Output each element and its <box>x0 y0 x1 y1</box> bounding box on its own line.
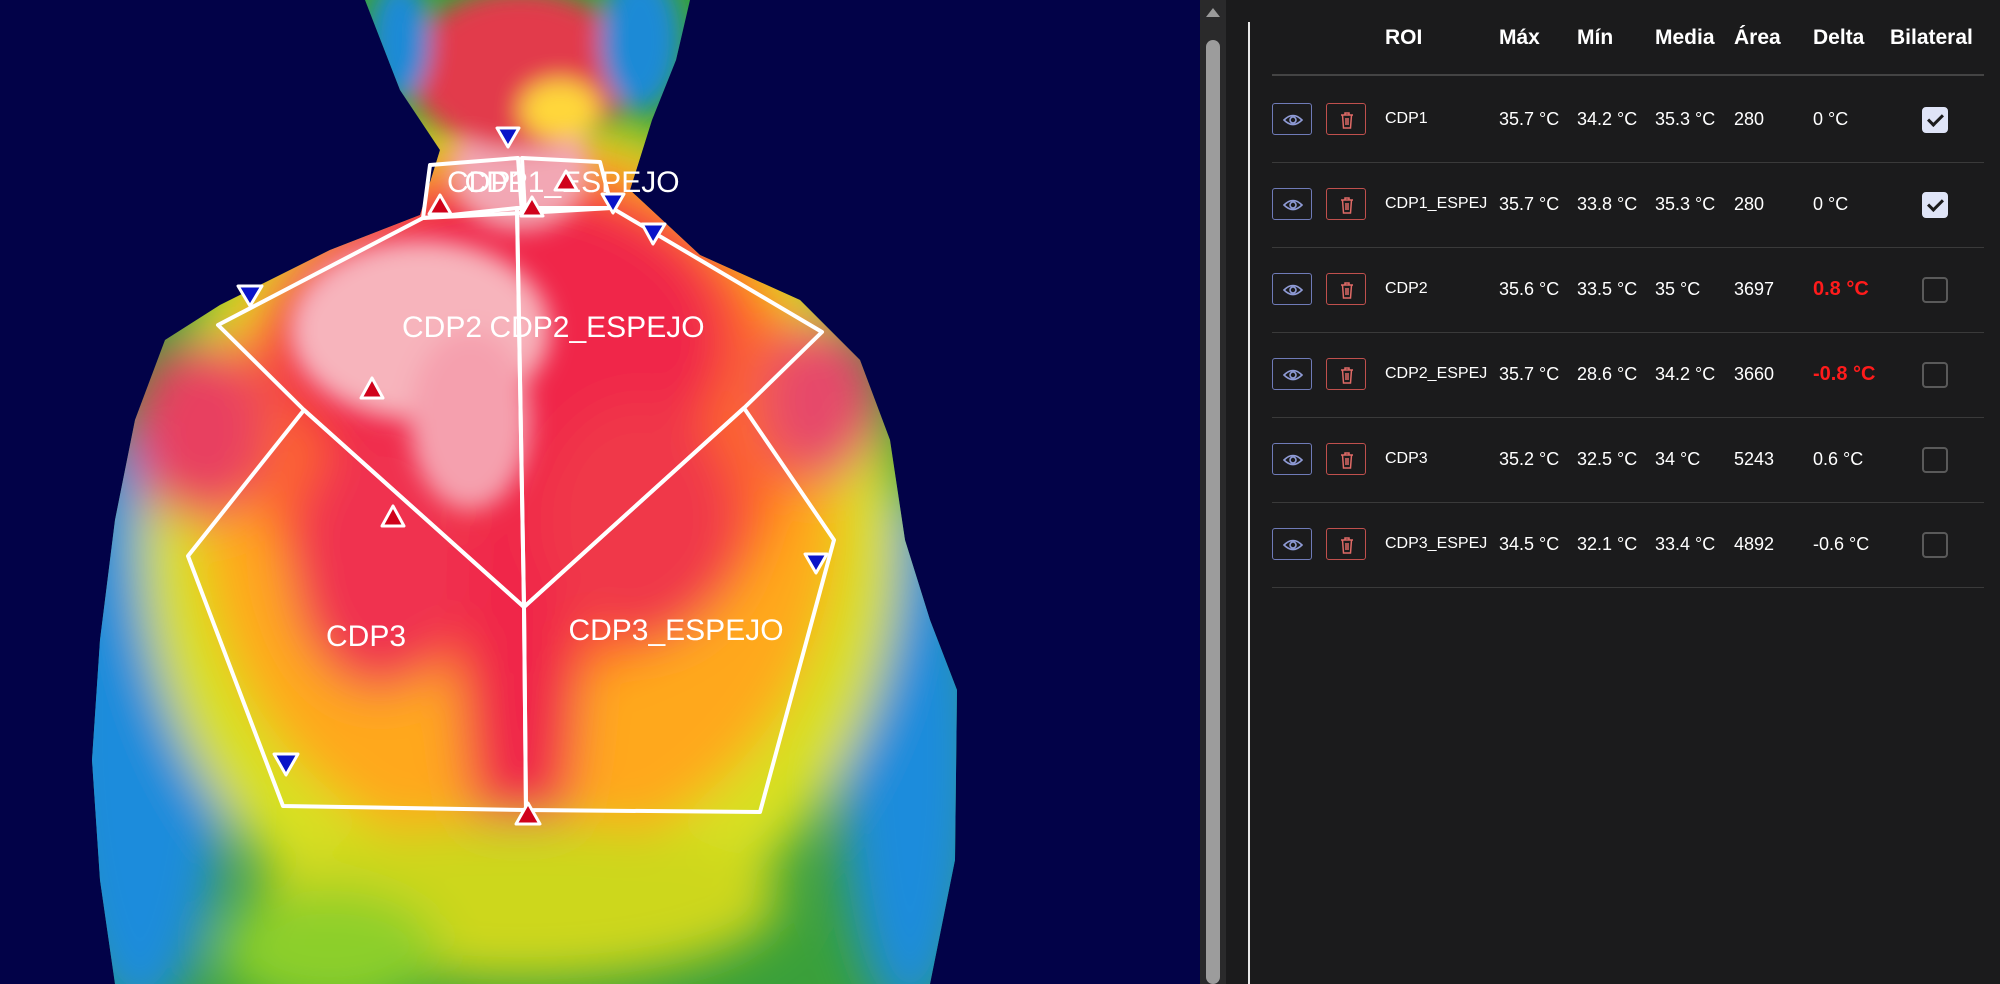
delete-roi-button[interactable] <box>1326 443 1366 475</box>
delta-value: 0.6 °C <box>1813 449 1864 469</box>
roi-name: CDP3 <box>1385 450 1428 467</box>
area-value: 280 <box>1734 109 1765 129</box>
max-value: 35.2 °C <box>1499 449 1560 469</box>
delete-roi-button[interactable] <box>1326 273 1366 305</box>
roi-table-panel: ROI Máx Mín Media Área Delta Bilateral C… <box>1250 0 2000 984</box>
mean-value: 34.2 °C <box>1655 364 1716 384</box>
min-value: 32.1 °C <box>1577 534 1638 554</box>
max-value: 35.7 °C <box>1499 364 1560 384</box>
roi-name: CDP2_ESPEJ <box>1385 365 1488 382</box>
delta-value: 0 °C <box>1813 109 1849 129</box>
header-min: Mín <box>1577 26 1614 49</box>
trash-icon <box>1341 452 1353 469</box>
min-value: 33.5 °C <box>1577 279 1638 299</box>
table-row: CDP2 35.6 °C 33.5 °C 35 °C 3697 0.8 °C <box>1272 247 1984 333</box>
header-mean: Media <box>1655 26 1715 49</box>
roi-label-cdp2-espejo: CDP2_ESPEJO <box>489 311 704 344</box>
delta-value: 0.8 °C <box>1813 278 1869 300</box>
min-value: 34.2 °C <box>1577 109 1638 129</box>
panel-gap <box>1226 0 1250 984</box>
area-value: 5243 <box>1734 449 1775 469</box>
header-area: Área <box>1734 26 1781 49</box>
trash-icon <box>1341 367 1353 384</box>
eye-icon <box>1283 539 1303 551</box>
roi-label-cdp3-espejo: CDP3_ESPEJO <box>568 614 783 647</box>
delete-roi-button[interactable] <box>1326 358 1366 390</box>
view-roi-button[interactable] <box>1272 528 1312 560</box>
max-value: 34.5 °C <box>1499 534 1560 554</box>
header-max: Máx <box>1499 26 1540 49</box>
eye-icon <box>1283 114 1303 126</box>
eye-icon <box>1283 454 1303 466</box>
min-value: 28.6 °C <box>1577 364 1638 384</box>
view-roi-button[interactable] <box>1272 188 1312 220</box>
delete-roi-button[interactable] <box>1326 528 1366 560</box>
trash-icon <box>1341 537 1353 554</box>
header-divider <box>1272 74 1984 76</box>
bilateral-checkbox-checked[interactable] <box>1922 107 1948 133</box>
area-value: 4892 <box>1734 534 1775 554</box>
max-value: 35.7 °C <box>1499 109 1560 129</box>
thermal-image: CDP1_ESPEJO CDP1 CDP2 CDP2_ESPEJO CDP3 C… <box>0 0 1200 984</box>
roi-label-cdp1: CDP1 <box>447 166 527 199</box>
table-row: CDP1 35.7 °C 34.2 °C 35.3 °C 280 0 °C <box>1272 77 1984 163</box>
viewer-scrollbar[interactable] <box>1200 0 1226 984</box>
roi-label-cdp3: CDP3 <box>326 620 406 653</box>
area-value: 3660 <box>1734 364 1775 384</box>
eye-icon <box>1283 369 1303 381</box>
table-row: CDP3 35.2 °C 32.5 °C 34 °C 5243 0.6 °C <box>1272 417 1984 503</box>
delete-roi-button[interactable] <box>1326 188 1366 220</box>
scrollbar-thumb[interactable] <box>1206 40 1220 984</box>
mean-value: 33.4 °C <box>1655 534 1716 554</box>
bilateral-checkbox[interactable] <box>1922 532 1948 558</box>
bilateral-checkbox[interactable] <box>1922 277 1948 303</box>
trash-icon <box>1341 197 1353 214</box>
roi-name: CDP2 <box>1385 280 1428 297</box>
view-roi-button[interactable] <box>1272 103 1312 135</box>
view-roi-button[interactable] <box>1272 443 1312 475</box>
view-roi-button[interactable] <box>1272 273 1312 305</box>
delta-value: -0.6 °C <box>1813 534 1870 554</box>
delete-roi-button[interactable] <box>1326 103 1366 135</box>
roi-name: CDP1 <box>1385 110 1428 127</box>
roi-name: CDP3_ESPEJ <box>1385 535 1488 552</box>
max-value: 35.7 °C <box>1499 194 1560 214</box>
table-row: CDP3_ESPEJ 34.5 °C 32.1 °C 33.4 °C 4892 … <box>1272 502 1984 588</box>
roi-name: CDP1_ESPEJ <box>1385 195 1488 212</box>
header-bilateral: Bilateral <box>1890 26 1973 49</box>
mean-value: 35.3 °C <box>1655 109 1716 129</box>
delta-value: 0 °C <box>1813 194 1849 214</box>
bilateral-checkbox[interactable] <box>1922 362 1948 388</box>
min-value: 32.5 °C <box>1577 449 1638 469</box>
mean-value: 35 °C <box>1655 279 1701 299</box>
scroll-up-arrow-icon[interactable] <box>1206 8 1220 17</box>
eye-icon <box>1283 199 1303 211</box>
bilateral-checkbox-checked[interactable] <box>1922 192 1948 218</box>
table-row: CDP1_ESPEJ 35.7 °C 33.8 °C 35.3 °C 280 0… <box>1272 162 1984 248</box>
eye-icon <box>1283 284 1303 296</box>
thermal-image-viewer[interactable]: CDP1_ESPEJO CDP1 CDP2 CDP2_ESPEJO CDP3 C… <box>0 0 1200 984</box>
roi-label-cdp2: CDP2 <box>402 311 482 344</box>
min-value: 33.8 °C <box>1577 194 1638 214</box>
header-roi: ROI <box>1385 26 1423 49</box>
view-roi-button[interactable] <box>1272 358 1312 390</box>
table-row: CDP2_ESPEJ 35.7 °C 28.6 °C 34.2 °C 3660 … <box>1272 332 1984 418</box>
max-value: 35.6 °C <box>1499 279 1560 299</box>
header-delta: Delta <box>1813 26 1865 49</box>
area-value: 280 <box>1734 194 1765 214</box>
mean-value: 34 °C <box>1655 449 1701 469</box>
trash-icon <box>1341 282 1353 299</box>
area-value: 3697 <box>1734 279 1775 299</box>
bilateral-checkbox[interactable] <box>1922 447 1948 473</box>
mean-value: 35.3 °C <box>1655 194 1716 214</box>
delta-value: -0.8 °C <box>1813 363 1876 385</box>
trash-icon <box>1341 112 1353 129</box>
